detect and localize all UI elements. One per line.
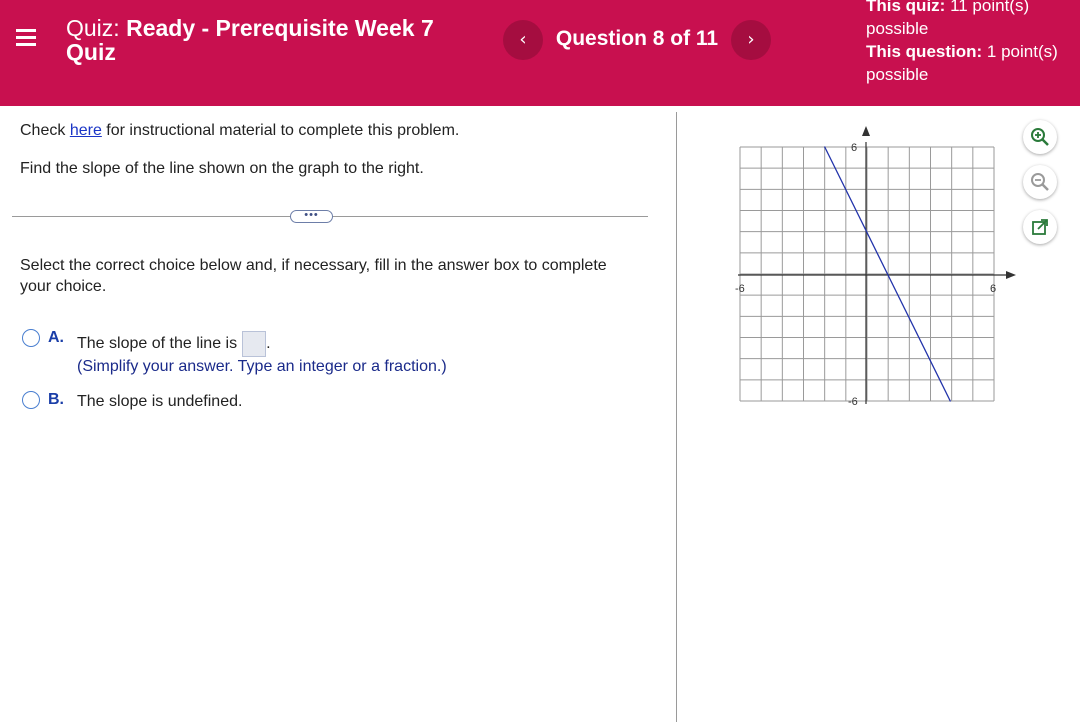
previous-question-button[interactable]: ‹ xyxy=(503,20,543,60)
choice-a-text: The slope of the line is. xyxy=(77,331,271,357)
quiz-header: Quiz: Ready - Prerequisite Week 7 Quiz ‹… xyxy=(0,0,1080,106)
check-suffix: for instructional material to complete t… xyxy=(106,122,460,139)
hamburger-menu-icon[interactable] xyxy=(16,26,40,50)
instructional-material-line: Check here for instructional material to… xyxy=(20,122,459,140)
y-max-label: 6 xyxy=(851,142,857,154)
check-prefix: Check xyxy=(20,122,66,139)
choice-b-radio[interactable] xyxy=(22,391,40,409)
next-question-button[interactable]: › xyxy=(731,20,771,60)
y-min-label: -6 xyxy=(848,396,858,408)
question-points-label: This question: xyxy=(866,42,983,61)
choice-b-letter: B. xyxy=(48,391,64,408)
choice-a-hint: (Simplify your answer. Type an integer o… xyxy=(77,358,447,375)
slope-answer-box[interactable] xyxy=(242,331,267,357)
coordinate-graph: -6 6 6 -6 xyxy=(735,126,1016,408)
points-info: This quiz: 11 point(s) possible This que… xyxy=(866,0,1076,86)
problem-prompt: Find the slope of the line shown on the … xyxy=(20,160,424,177)
quiz-title-name: Ready - Prerequisite Week 7 Quiz xyxy=(66,15,434,65)
popout-icon xyxy=(1032,219,1048,235)
question-pane: Check here for instructional material to… xyxy=(0,106,676,722)
graph-grid xyxy=(739,146,995,402)
expand-more-button[interactable]: ••• xyxy=(290,210,333,223)
zoom-in-button[interactable] xyxy=(1023,120,1057,154)
question-counter: Question 8 of 11 xyxy=(555,27,719,50)
choice-a-period: . xyxy=(266,335,271,353)
choice-a-label: The slope of the line is xyxy=(77,335,238,353)
zoom-out-icon xyxy=(1031,173,1049,191)
popout-button[interactable] xyxy=(1023,210,1057,244)
pane-divider xyxy=(676,112,677,722)
x-axis-arrow xyxy=(1006,271,1016,279)
x-max-label: 6 xyxy=(990,283,996,295)
choice-a-letter: A. xyxy=(48,329,64,346)
quiz-title: Quiz: Ready - Prerequisite Week 7 Quiz xyxy=(66,16,446,64)
quiz-points-label: This quiz: xyxy=(866,0,946,15)
quiz-title-prefix: Quiz: xyxy=(66,15,120,41)
answer-instruction: Select the correct choice below and, if … xyxy=(20,257,607,295)
choice-a-radio[interactable] xyxy=(22,329,40,347)
choice-b-text: The slope is undefined. xyxy=(77,393,243,410)
zoom-out-button[interactable] xyxy=(1023,165,1057,199)
x-min-label: -6 xyxy=(735,283,745,295)
zoom-in-icon xyxy=(1031,128,1049,146)
y-axis-arrow xyxy=(862,126,870,136)
instructional-material-link[interactable]: here xyxy=(70,122,102,139)
